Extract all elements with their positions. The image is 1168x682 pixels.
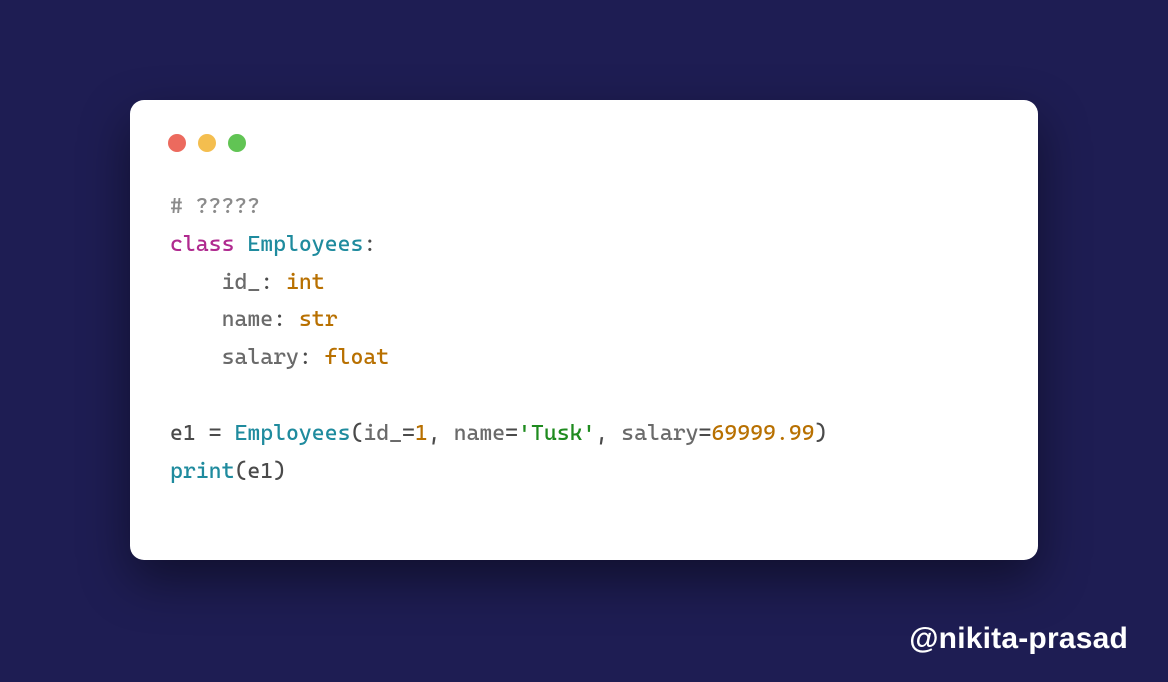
code-var-e1: e1 <box>170 421 196 446</box>
code-type-int: int <box>286 270 325 295</box>
close-icon <box>168 134 186 152</box>
code-attr-salary: salary <box>222 345 299 370</box>
code-number: 69999.99 <box>711 421 814 446</box>
author-credit: @nikita-prasad <box>909 622 1128 656</box>
code-classname: Employees <box>247 232 363 257</box>
code-card: # ????? class Employees: id_: int name: … <box>130 100 1038 560</box>
code-builtin-print: print <box>170 459 234 484</box>
code-call-classname: Employees <box>234 421 350 446</box>
code-keyword-class: class <box>170 232 234 257</box>
code-string: 'Tusk' <box>518 421 595 446</box>
code-attr-id: id_ <box>222 270 261 295</box>
window-controls <box>168 134 998 152</box>
code-type-str: str <box>299 307 338 332</box>
zoom-icon <box>228 134 246 152</box>
minimize-icon <box>198 134 216 152</box>
code-comment: # ????? <box>170 194 260 219</box>
code-type-float: float <box>325 345 389 370</box>
code-attr-name: name <box>222 307 274 332</box>
code-number: 1 <box>415 421 428 446</box>
code-block: # ????? class Employees: id_: int name: … <box>170 188 998 491</box>
